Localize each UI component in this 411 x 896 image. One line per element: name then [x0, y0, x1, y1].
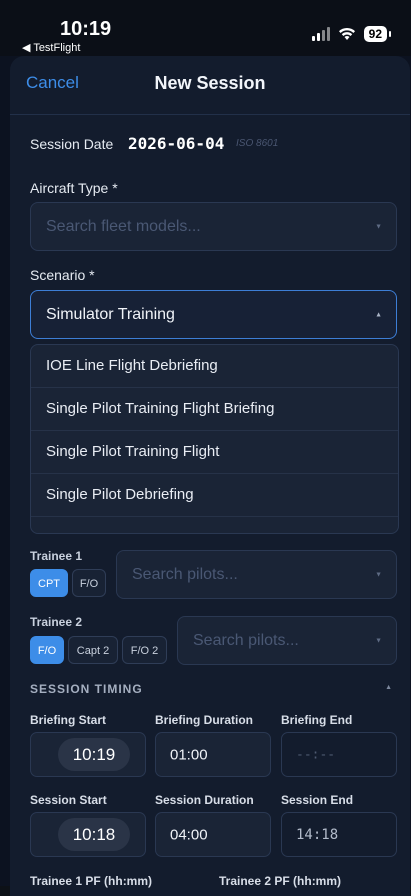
- scenario-option[interactable]: Single Pilot Training Flight Briefing: [31, 388, 398, 431]
- scenario-option[interactable]: Single Pilot Debriefing: [31, 474, 398, 517]
- date-format-hint: ISO 8601: [236, 138, 279, 149]
- trainee2-role-fo2[interactable]: F/O 2: [122, 636, 167, 664]
- trainee2-role-fo[interactable]: F/O: [30, 636, 64, 664]
- trainee1-role-cpt[interactable]: CPT: [30, 569, 68, 597]
- nav-bar: Cancel New Session: [10, 56, 410, 115]
- briefing-duration-field[interactable]: 01:00: [155, 732, 271, 777]
- session-end-value: 14:18: [296, 826, 339, 843]
- collapse-caret-icon[interactable]: ▲: [385, 684, 392, 691]
- aircraft-type-placeholder: Search fleet models...: [46, 217, 201, 235]
- status-icons: 92: [311, 26, 392, 42]
- briefing-end-field: --:--: [281, 732, 397, 777]
- scenario-option[interactable]: Single Pilot Training Flight: [31, 431, 398, 474]
- status-bar: 10:19 ◀ TestFlight 92: [0, 0, 411, 56]
- scenario-label: Scenario *: [30, 267, 95, 283]
- scenario-option[interactable]: IOE Line Flight Debriefing: [31, 345, 398, 388]
- aircraft-type-label: Aircraft Type *: [30, 180, 118, 196]
- briefing-start-value: 10:19: [58, 738, 130, 771]
- briefing-duration-value: 01:00: [170, 746, 208, 763]
- wifi-icon: [338, 27, 355, 40]
- trainee2-search-placeholder: Search pilots...: [193, 631, 299, 649]
- session-duration-value: 04:00: [170, 826, 208, 843]
- session-end-field: 14:18: [281, 812, 397, 857]
- session-duration-field[interactable]: 04:00: [155, 812, 271, 857]
- session-start-value: 10:18: [58, 818, 130, 851]
- briefing-start-picker[interactable]: 10:19: [30, 732, 146, 777]
- scenario-selected-value: Simulator Training: [46, 305, 175, 323]
- session-start-picker[interactable]: 10:18: [30, 812, 146, 857]
- trainee1-label: Trainee 1: [30, 549, 83, 563]
- session-duration-label: Session Duration: [155, 793, 254, 807]
- chevron-up-icon: ▲: [375, 311, 382, 318]
- battery-icon: 92: [363, 26, 392, 42]
- scenario-dropdown: IOE Line Flight Debriefing Single Pilot …: [30, 344, 399, 534]
- session-start-label: Session Start: [30, 793, 107, 807]
- screen: 10:19 ◀ TestFlight 92 Cancel New Session…: [0, 0, 411, 896]
- chevron-down-icon: ▼: [375, 223, 382, 230]
- scenario-select[interactable]: Simulator Training ▲: [30, 290, 397, 339]
- new-session-sheet: Cancel New Session Session Date 2026-06-…: [10, 56, 410, 896]
- trainee2-role-capt2[interactable]: Capt 2: [68, 636, 118, 664]
- trainee1-pilot-search[interactable]: Search pilots... ▼: [116, 550, 397, 599]
- briefing-duration-label: Briefing Duration: [155, 713, 253, 727]
- session-date-label: Session Date: [30, 136, 114, 152]
- trainee1-role-fo[interactable]: F/O: [72, 569, 106, 597]
- aircraft-type-select[interactable]: Search fleet models... ▼: [30, 202, 397, 251]
- trainee2-pilot-search[interactable]: Search pilots... ▼: [177, 616, 397, 665]
- status-time: 10:19: [60, 18, 112, 40]
- session-timing-header[interactable]: SESSION TIMING: [30, 682, 143, 696]
- chevron-down-icon: ▼: [375, 571, 382, 578]
- briefing-end-label: Briefing End: [281, 713, 353, 727]
- chevron-down-icon: ▼: [375, 637, 382, 644]
- signal-icon: [311, 27, 330, 41]
- session-end-label: Session End: [281, 793, 354, 807]
- briefing-start-label: Briefing Start: [30, 713, 107, 727]
- session-date-value[interactable]: 2026-06-04: [128, 134, 224, 153]
- trainee1-search-placeholder: Search pilots...: [132, 565, 238, 583]
- back-to-app-link[interactable]: ◀ TestFlight: [22, 41, 80, 54]
- briefing-end-value: --:--: [296, 747, 336, 762]
- trainee2-label: Trainee 2: [30, 615, 83, 629]
- page-title: New Session: [154, 73, 266, 93]
